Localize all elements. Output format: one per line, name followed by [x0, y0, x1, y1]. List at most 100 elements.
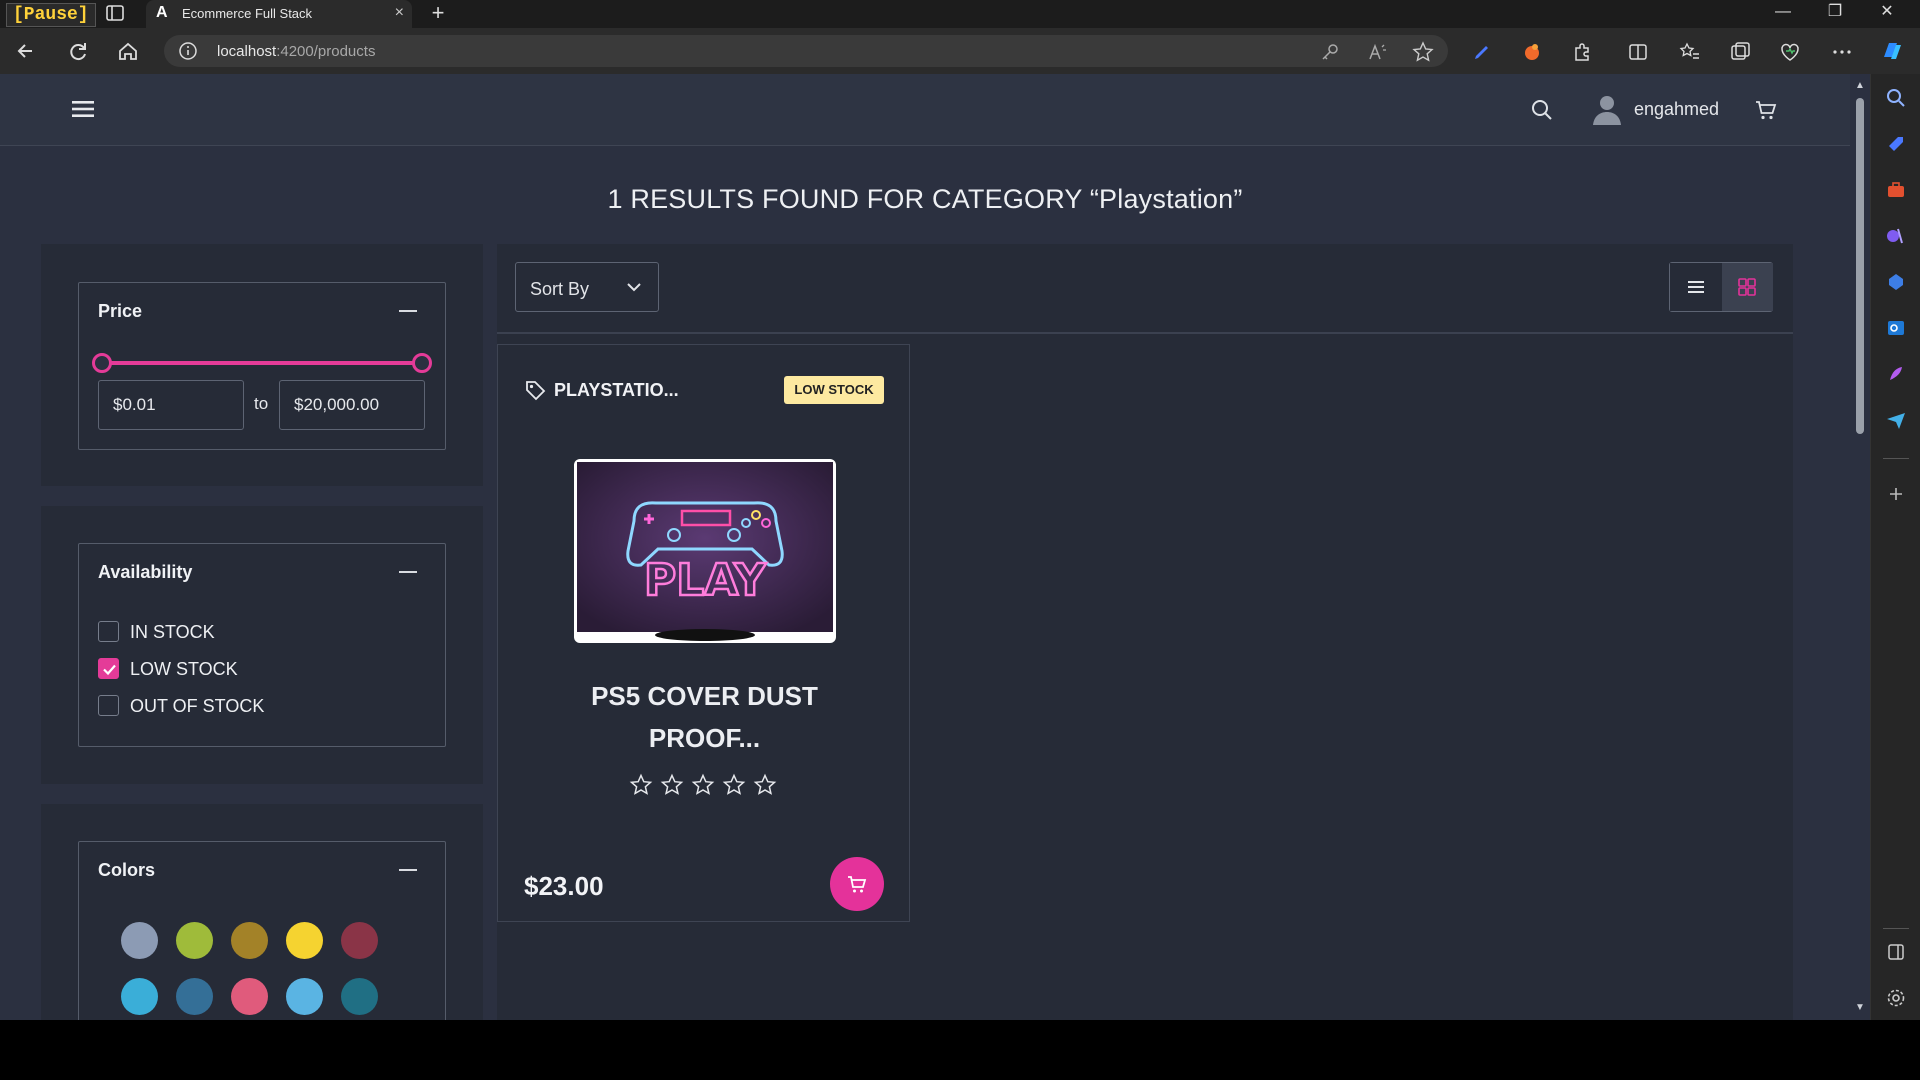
- color-swatch[interactable]: [121, 922, 158, 959]
- sidebar-outlook-icon[interactable]: [1884, 316, 1908, 340]
- checkbox-checked[interactable]: [98, 658, 119, 679]
- price-max-input[interactable]: $20,000.00: [279, 380, 425, 430]
- search-icon[interactable]: [1530, 98, 1554, 122]
- browser-tab[interactable]: A Ecommerce Full Stack ×: [146, 0, 412, 28]
- sidebar-games-icon[interactable]: [1884, 224, 1908, 248]
- color-swatch[interactable]: [231, 978, 268, 1015]
- angular-favicon-icon: A: [156, 4, 168, 21]
- price-min-input[interactable]: $0.01: [98, 380, 244, 430]
- product-name-line2: PROOF...: [648, 723, 761, 753]
- star-icon: [753, 773, 777, 795]
- restore-icon[interactable]: ❐: [1810, 0, 1860, 28]
- grid-view-button[interactable]: [1722, 263, 1773, 311]
- split-screen-icon[interactable]: [1626, 40, 1650, 64]
- edge-sidebar: [1870, 74, 1920, 1020]
- close-window-icon[interactable]: ✕: [1862, 0, 1912, 28]
- username[interactable]: engahmed: [1634, 99, 1719, 120]
- address-bar[interactable]: localhost:4200/products: [164, 35, 1448, 67]
- tag-icon: [526, 381, 546, 401]
- sidebar-add-icon[interactable]: [1884, 482, 1908, 506]
- results-title: 1 RESULTS FOUND FOR CATEGORY “Playstatio…: [607, 184, 1243, 214]
- list-view-button[interactable]: [1670, 263, 1722, 311]
- app-header: engahmed: [0, 74, 1850, 146]
- add-to-cart-button[interactable]: [830, 857, 884, 911]
- back-icon[interactable]: [10, 36, 42, 66]
- products-area: Sort By PLAYSTATIO... LOW STOCK PLAY PS5…: [497, 244, 1793, 1020]
- chevron-down-icon: [627, 283, 641, 292]
- menu-icon[interactable]: [70, 98, 96, 120]
- colors-filter-box: Colors: [78, 841, 446, 1020]
- tab-close-icon[interactable]: ×: [395, 4, 404, 22]
- new-tab-button[interactable]: +: [424, 0, 452, 28]
- sidebar-tools-icon[interactable]: [1884, 178, 1908, 202]
- tab-actions-icon[interactable]: [104, 2, 126, 24]
- price-slider-min-handle[interactable]: [92, 353, 112, 373]
- product-price: $23.00: [524, 871, 604, 901]
- url-text: localhost:4200/products: [217, 43, 376, 60]
- color-swatch[interactable]: [176, 978, 213, 1015]
- availability-filter-box: Availability IN STOCK LOW STOCK OUT OF S…: [78, 543, 446, 747]
- tab-title: Ecommerce Full Stack: [182, 6, 313, 21]
- sort-by-select[interactable]: Sort By: [515, 262, 659, 312]
- reload-icon[interactable]: [62, 36, 94, 66]
- checkbox[interactable]: [98, 695, 119, 716]
- key-icon[interactable]: [1319, 41, 1341, 63]
- product-name-line1: PS5 COVER DUST: [591, 681, 818, 711]
- scroll-up-icon[interactable]: ▲: [1854, 80, 1866, 92]
- read-aloud-icon[interactable]: [1366, 41, 1388, 63]
- colors-filter-title: Colors: [98, 860, 156, 880]
- collapse-icon[interactable]: [399, 571, 417, 573]
- sidebar-shopping-icon[interactable]: [1884, 132, 1908, 156]
- color-swatch[interactable]: [231, 922, 268, 959]
- cart-icon[interactable]: [1754, 98, 1778, 122]
- sort-by-label: Sort By: [530, 279, 590, 299]
- color-swatch[interactable]: [286, 922, 323, 959]
- color-swatch[interactable]: [176, 922, 213, 959]
- star-icon: [722, 773, 746, 795]
- avatar[interactable]: [1590, 92, 1624, 126]
- copilot-icon[interactable]: [1878, 37, 1906, 65]
- extension-fox-icon[interactable]: [1520, 40, 1544, 64]
- color-swatch[interactable]: [341, 922, 378, 959]
- collapse-icon[interactable]: [399, 869, 417, 871]
- color-swatch[interactable]: [121, 978, 158, 1015]
- sidebar-search-icon[interactable]: [1884, 86, 1908, 110]
- site-info-icon[interactable]: [178, 41, 198, 61]
- list-view-icon: [1688, 281, 1704, 293]
- page-scrollbar[interactable]: ▲ ▼: [1850, 74, 1870, 1020]
- checkbox[interactable]: [98, 621, 119, 642]
- minimize-icon[interactable]: —: [1758, 0, 1808, 28]
- product-image[interactable]: PLAY: [574, 459, 836, 643]
- sidebar-panel-icon[interactable]: [1884, 940, 1908, 964]
- product-name[interactable]: PS5 COVER DUST PROOF...: [518, 675, 891, 759]
- product-category[interactable]: PLAYSTATIO...: [554, 380, 679, 401]
- price-slider-track[interactable]: [100, 361, 424, 365]
- price-filter-box: Price $0.01 to $20,000.00: [78, 282, 446, 450]
- more-options-icon[interactable]: [1830, 40, 1854, 64]
- scrollbar-thumb[interactable]: [1856, 98, 1864, 434]
- scroll-down-icon[interactable]: ▼: [1854, 1002, 1866, 1014]
- availability-option-label: IN STOCK: [130, 622, 215, 642]
- browser-essentials-icon[interactable]: [1778, 40, 1802, 64]
- sidebar-microsoft365-icon[interactable]: [1884, 270, 1908, 294]
- extension-pen-icon[interactable]: [1470, 40, 1494, 64]
- product-card[interactable]: PLAYSTATIO... LOW STOCK PLAY PS5 COVER D…: [497, 344, 910, 922]
- sidebar-send-icon[interactable]: [1884, 408, 1908, 432]
- color-swatch[interactable]: [341, 978, 378, 1015]
- collections-icon[interactable]: [1728, 40, 1752, 64]
- home-icon[interactable]: [112, 36, 144, 66]
- favorites-list-icon[interactable]: [1678, 40, 1702, 64]
- browser-titlebar: [Pause] A Ecommerce Full Stack × + — ❐ ✕: [0, 0, 1920, 28]
- collapse-icon[interactable]: [399, 310, 417, 312]
- extensions-puzzle-icon[interactable]: [1570, 40, 1594, 64]
- screen: [Pause] A Ecommerce Full Stack × + — ❐ ✕…: [0, 0, 1920, 1080]
- color-swatch[interactable]: [286, 978, 323, 1015]
- price-slider-max-handle[interactable]: [412, 353, 432, 373]
- availability-option-label: LOW STOCK: [130, 659, 238, 679]
- star-icon: [691, 773, 715, 795]
- star-icon: [660, 773, 684, 795]
- sidebar-settings-icon[interactable]: [1884, 986, 1908, 1010]
- sidebar-designer-icon[interactable]: [1884, 362, 1908, 386]
- view-toggle: [1669, 262, 1773, 312]
- favorite-star-icon[interactable]: [1412, 41, 1434, 63]
